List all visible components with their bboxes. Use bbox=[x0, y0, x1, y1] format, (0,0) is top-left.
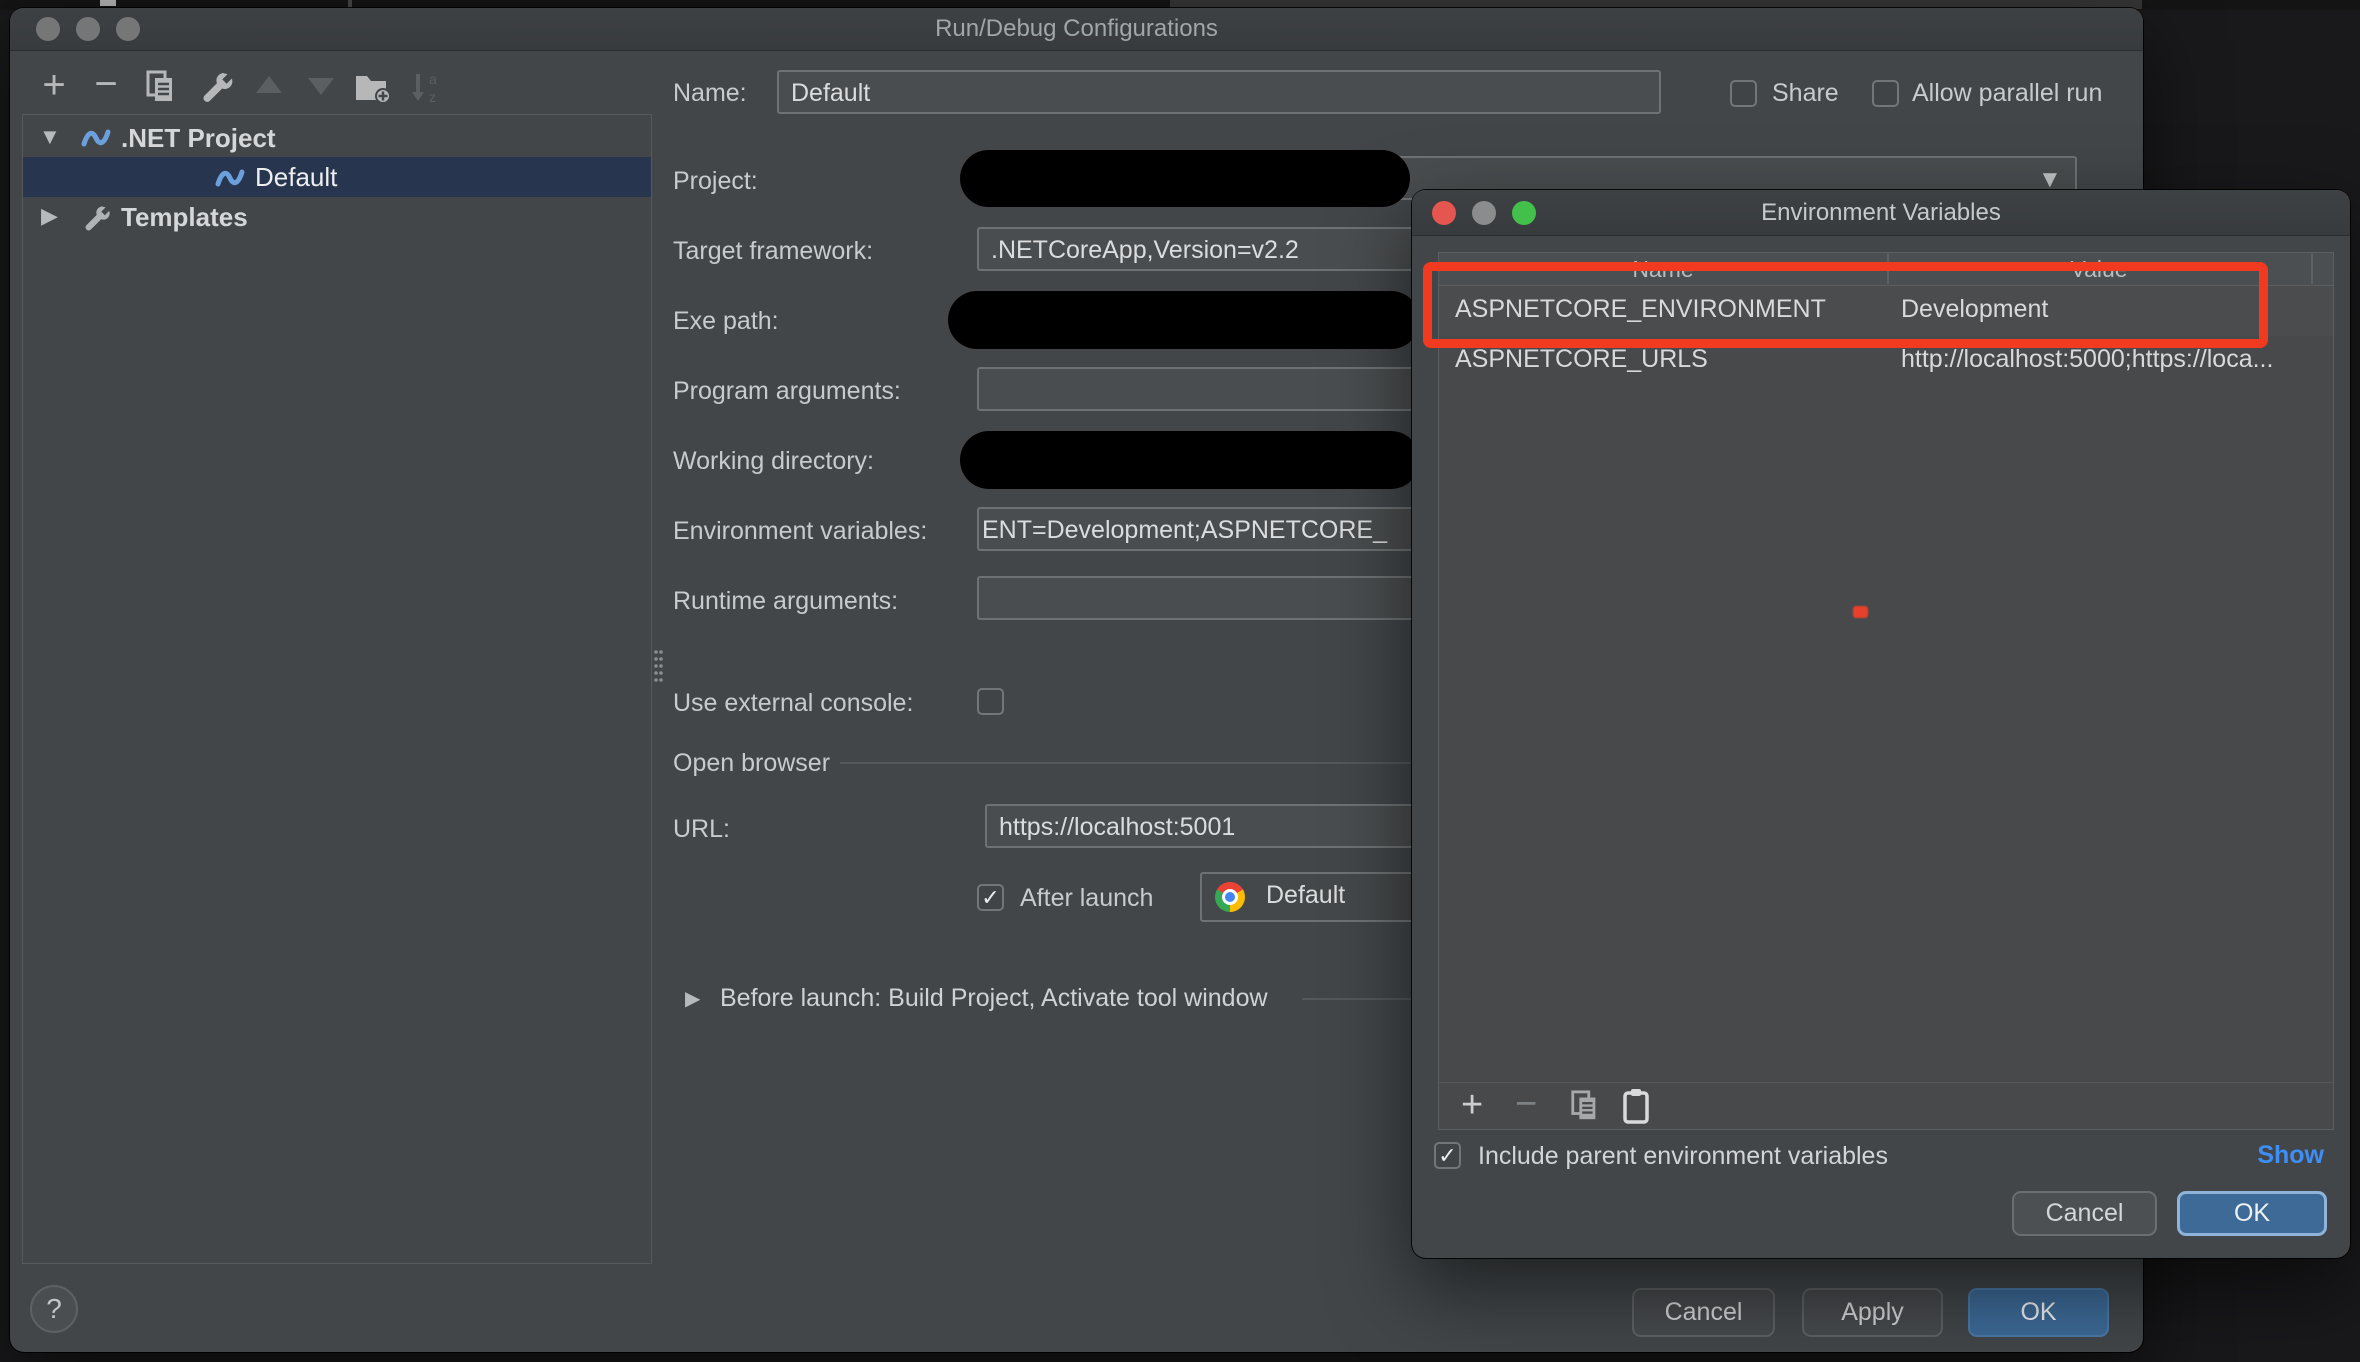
include-parent-checkbox[interactable]: ✓ bbox=[1434, 1142, 1461, 1169]
url-label: URL: bbox=[673, 814, 730, 844]
redaction-project bbox=[960, 150, 1410, 207]
splitter-handle[interactable] bbox=[653, 648, 663, 684]
program-arguments-label: Program arguments: bbox=[673, 376, 901, 406]
after-launch-label: After launch bbox=[1020, 883, 1153, 913]
working-directory-label: Working directory: bbox=[673, 446, 874, 476]
new-folder-icon[interactable] bbox=[354, 70, 392, 104]
svg-text:a: a bbox=[429, 71, 437, 87]
remove-icon[interactable]: − bbox=[86, 66, 126, 106]
configurations-tree-panel: ▼ .NET Project Default ▶ bbox=[22, 114, 652, 1264]
use-external-console-checkbox[interactable] bbox=[977, 688, 1004, 715]
env-table-toolbar: + − bbox=[1439, 1082, 2333, 1130]
chevron-right-icon[interactable]: ▶ bbox=[685, 986, 700, 1011]
ok-button[interactable]: OK bbox=[2177, 1191, 2327, 1236]
env-name-cell: ASPNETCORE_URLS bbox=[1455, 345, 1708, 374]
main-titlebar[interactable]: Run/Debug Configurations bbox=[10, 8, 2143, 51]
name-input[interactable]: Default bbox=[777, 70, 1661, 114]
include-parent-label: Include parent environment variables bbox=[1478, 1141, 1888, 1171]
env-value-cell: http://localhost:5000;https://loca... bbox=[1901, 345, 2321, 374]
tree-item-label: Templates bbox=[121, 202, 248, 232]
tree-toolbar: + − bbox=[10, 66, 650, 112]
ok-button[interactable]: OK bbox=[1968, 1288, 2109, 1337]
tree-item-label: .NET Project bbox=[121, 123, 276, 153]
window-title: Run/Debug Configurations bbox=[10, 8, 2143, 50]
environment-variables-label: Environment variables: bbox=[673, 516, 927, 546]
screen: Run/Debug Configurations + − bbox=[0, 0, 2360, 1362]
dotnet-icon bbox=[81, 124, 111, 152]
tree-item-dotnet-project[interactable]: ▼ .NET Project bbox=[23, 119, 651, 157]
allow-parallel-run-checkbox[interactable] bbox=[1872, 80, 1899, 107]
after-launch-checkbox[interactable]: ✓ bbox=[977, 884, 1004, 911]
env-table-panel: Name Value ASPNETCORE_ENVIRONMENT Develo… bbox=[1438, 252, 2334, 1130]
edit-settings-icon[interactable] bbox=[198, 69, 234, 105]
sort-icon: a z bbox=[408, 70, 444, 106]
move-down-icon bbox=[308, 78, 334, 95]
project-label: Project: bbox=[673, 166, 758, 196]
open-browser-group-label: Open browser bbox=[673, 748, 830, 778]
tree-item-default-selected[interactable]: Default bbox=[23, 157, 651, 197]
exe-path-label: Exe path: bbox=[673, 306, 779, 336]
remove-icon: − bbox=[1515, 1085, 1537, 1123]
chevron-down-icon[interactable]: ▼ bbox=[39, 124, 61, 150]
copy-icon[interactable] bbox=[1569, 1090, 1601, 1122]
cancel-button[interactable]: Cancel bbox=[2012, 1191, 2157, 1236]
wrench-icon bbox=[81, 203, 111, 233]
show-link[interactable]: Show bbox=[2257, 1141, 2324, 1170]
add-icon[interactable]: + bbox=[1461, 1085, 1483, 1125]
cancel-button[interactable]: Cancel bbox=[1632, 1288, 1775, 1337]
add-icon[interactable]: + bbox=[34, 66, 74, 106]
dotnet-icon bbox=[215, 164, 245, 192]
annotation-highlight-rect bbox=[1423, 262, 2268, 348]
chrome-icon bbox=[1215, 882, 1245, 912]
environment-variables-value: ENT=Development;ASPNETCORE_ bbox=[982, 516, 1387, 544]
dialog-titlebar[interactable]: Environment Variables bbox=[1412, 190, 2350, 236]
tree-item-label: Default bbox=[255, 162, 337, 192]
svg-text:z: z bbox=[429, 89, 436, 105]
share-label: Share bbox=[1772, 78, 1839, 108]
help-button[interactable]: ? bbox=[30, 1285, 78, 1333]
share-checkbox[interactable] bbox=[1730, 80, 1757, 107]
use-external-console-label: Use external console: bbox=[673, 688, 913, 718]
browser-select-value: Default bbox=[1266, 881, 1345, 909]
redaction-working-directory bbox=[960, 431, 1420, 489]
runtime-arguments-label: Runtime arguments: bbox=[673, 586, 898, 616]
annotation-dot bbox=[1853, 606, 1868, 618]
background-window-fragment bbox=[100, 0, 116, 6]
apply-button[interactable]: Apply bbox=[1802, 1288, 1943, 1337]
copy-icon[interactable] bbox=[144, 70, 178, 104]
allow-parallel-run-label: Allow parallel run bbox=[1912, 78, 2102, 108]
name-label: Name: bbox=[673, 78, 747, 108]
dialog-title: Environment Variables bbox=[1412, 190, 2350, 235]
before-launch-label: Before launch: Build Project, Activate t… bbox=[720, 983, 1268, 1013]
tree-item-templates[interactable]: ▶ Templates bbox=[23, 199, 651, 237]
target-framework-label: Target framework: bbox=[673, 236, 873, 266]
paste-icon[interactable] bbox=[1621, 1088, 1651, 1124]
move-up-icon bbox=[256, 76, 282, 93]
column-divider[interactable] bbox=[2311, 253, 2313, 284]
redaction-exe-path bbox=[948, 291, 1420, 349]
chevron-right-icon[interactable]: ▶ bbox=[41, 203, 58, 229]
environment-variables-dialog: Environment Variables Name Value ASPNETC… bbox=[1412, 190, 2350, 1258]
